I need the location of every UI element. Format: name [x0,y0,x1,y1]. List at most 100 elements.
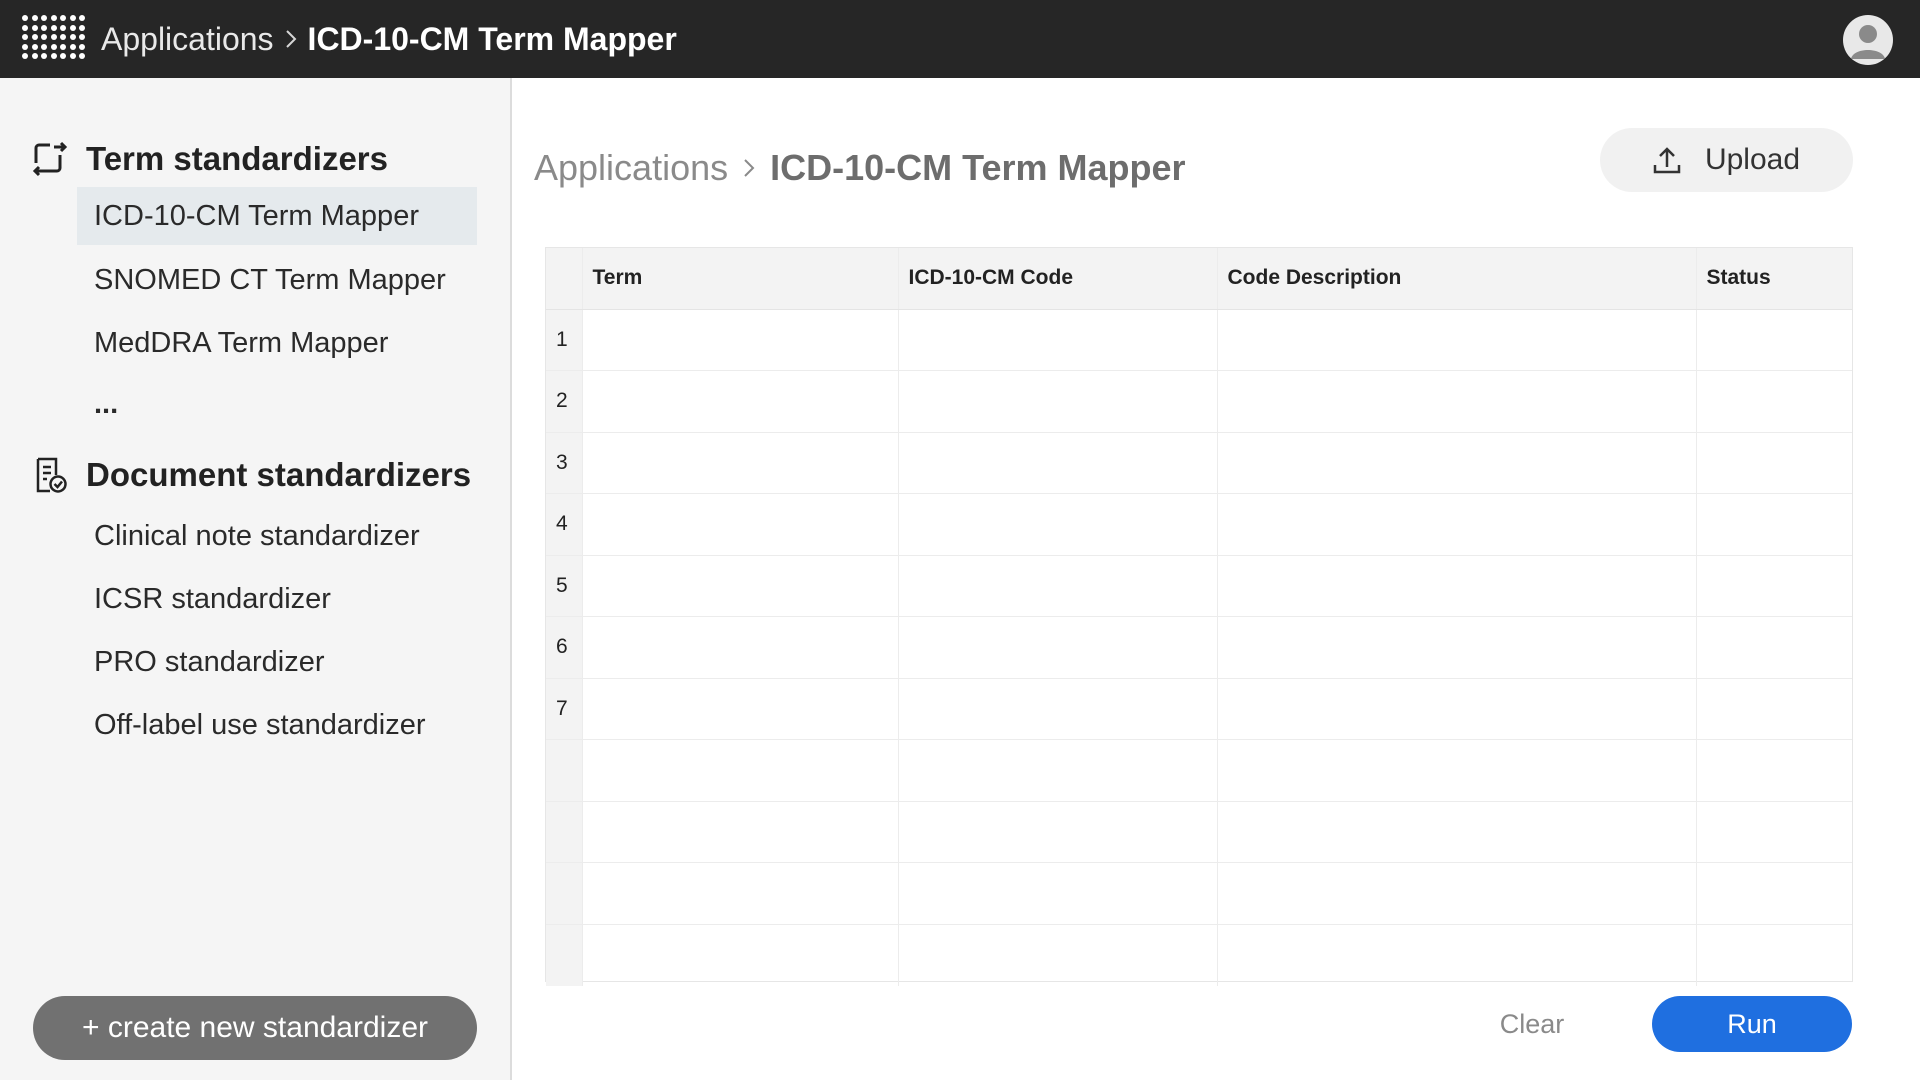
table-row [546,801,1852,863]
column-header-description[interactable]: Code Description [1216,248,1696,310]
table-cell[interactable] [1695,309,1852,371]
table-cell[interactable] [897,432,1217,494]
column-header-status[interactable]: Status [1695,248,1852,310]
table-cell[interactable] [1695,924,1852,986]
table-cell[interactable] [897,616,1217,679]
table-cell[interactable] [897,924,1217,986]
table-cell[interactable] [1216,616,1696,679]
table-cell[interactable] [581,432,898,494]
table-cell[interactable] [581,678,898,740]
table-cell[interactable] [1216,370,1696,433]
table-cell[interactable] [897,739,1217,802]
row-number: 6 [546,616,582,679]
run-button[interactable]: Run [1652,996,1852,1052]
table-cell[interactable] [1695,432,1852,494]
table-cell[interactable] [581,862,898,925]
section-title: Document standardizers [86,456,472,493]
sidebar-item-clinical-note[interactable]: Clinical note standardizer [77,507,477,565]
table-cell[interactable] [581,801,898,863]
sidebar-item-meddra[interactable]: MedDRA Term Mapper [77,314,477,372]
column-header-term[interactable]: Term [581,248,898,310]
table-cell[interactable] [1216,309,1696,371]
table-cell[interactable] [581,493,898,556]
table-cell[interactable] [897,309,1217,371]
sidebar-item-label: PRO standardizer [94,645,325,678]
table-row: 3 [546,432,1852,494]
row-number: 1 [546,309,582,371]
table-cell[interactable] [897,555,1217,617]
sidebar-item-pro[interactable]: PRO standardizer [77,633,477,691]
table-cell[interactable] [581,739,898,802]
table-cell[interactable] [581,616,898,679]
clear-button[interactable]: Clear [1480,996,1584,1052]
chevron-right-icon [284,28,298,50]
term-standardizer-icon [32,141,68,177]
table-row: 7 [546,678,1852,740]
sidebar-item-label: MedDRA Term Mapper [94,326,389,359]
upload-label: Upload [1704,143,1801,176]
table-row: 1 [546,309,1852,371]
row-number [546,801,582,863]
upload-button[interactable]: Upload [1600,128,1853,192]
table-cell[interactable] [897,801,1217,863]
sidebar-item-label: ICD-10-CM Term Mapper [94,199,419,232]
breadcrumb-current: ICD-10-CM Term Mapper [307,20,677,57]
sidebar-item-more[interactable]: ... [77,375,477,433]
table-cell[interactable] [1695,555,1852,617]
column-header-code[interactable]: ICD-10-CM Code [897,248,1217,310]
sidebar: Term standardizers ICD-10-CM Term Mapper… [0,78,512,1080]
table-header-row: Term ICD-10-CM Code Code Description Sta… [546,248,1852,310]
table-cell[interactable] [1695,739,1852,802]
table-cell[interactable] [1216,555,1696,617]
table-row [546,924,1852,986]
chevron-right-icon [742,156,756,180]
breadcrumb-applications-link[interactable]: Applications [534,147,728,189]
row-number [546,862,582,925]
row-index-header [546,248,582,310]
user-avatar-icon[interactable] [1843,15,1893,65]
sidebar-item-off-label[interactable]: Off-label use standardizer [77,696,477,754]
page-breadcrumb: Applications ICD-10-CM Term Mapper [534,140,1186,196]
grid-icon[interactable] [22,15,86,61]
table-cell[interactable] [1695,370,1852,433]
sidebar-item-icd10cm[interactable]: ICD-10-CM Term Mapper [77,187,477,245]
top-bar: Applications ICD-10-CM Term Mapper [0,0,1920,78]
table-row: 6 [546,616,1852,679]
table-cell[interactable] [897,862,1217,925]
upload-icon [1653,145,1681,175]
sidebar-item-label: SNOMED CT Term Mapper [94,263,446,296]
table-cell[interactable] [581,924,898,986]
table-cell[interactable] [897,678,1217,740]
table-cell[interactable] [1695,616,1852,679]
table-cell[interactable] [581,309,898,371]
create-standardizer-button[interactable]: + create new standardizer [33,996,477,1060]
table-cell[interactable] [1216,924,1696,986]
table-cell[interactable] [1695,862,1852,925]
row-number: 2 [546,370,582,433]
sidebar-item-label: Clinical note standardizer [94,519,420,552]
table-cell[interactable] [1216,862,1696,925]
table-cell[interactable] [897,493,1217,556]
table-cell[interactable] [1216,801,1696,863]
table-cell[interactable] [1695,801,1852,863]
sidebar-item-label: Off-label use standardizer [94,708,426,741]
table-cell[interactable] [897,370,1217,433]
table-row [546,862,1852,925]
table-cell[interactable] [581,370,898,433]
breadcrumb-applications-link[interactable]: Applications [101,21,274,58]
table-cell[interactable] [1216,739,1696,802]
table-row: 4 [546,493,1852,556]
section-document-standardizers: Document standardizers [32,456,471,494]
sidebar-item-snomed[interactable]: SNOMED CT Term Mapper [77,251,477,309]
table-cell[interactable] [1216,678,1696,740]
table-cell[interactable] [1695,678,1852,740]
sidebar-item-icsr[interactable]: ICSR standardizer [77,570,477,628]
table-cell[interactable] [581,555,898,617]
table-cell[interactable] [1695,493,1852,556]
table-cell[interactable] [1216,432,1696,494]
table-row: 5 [546,555,1852,617]
table-cell[interactable] [1216,493,1696,556]
mapping-table: Term ICD-10-CM Code Code Description Sta… [545,247,1853,986]
section-title: Term standardizers [86,140,388,177]
table-row [546,739,1852,802]
